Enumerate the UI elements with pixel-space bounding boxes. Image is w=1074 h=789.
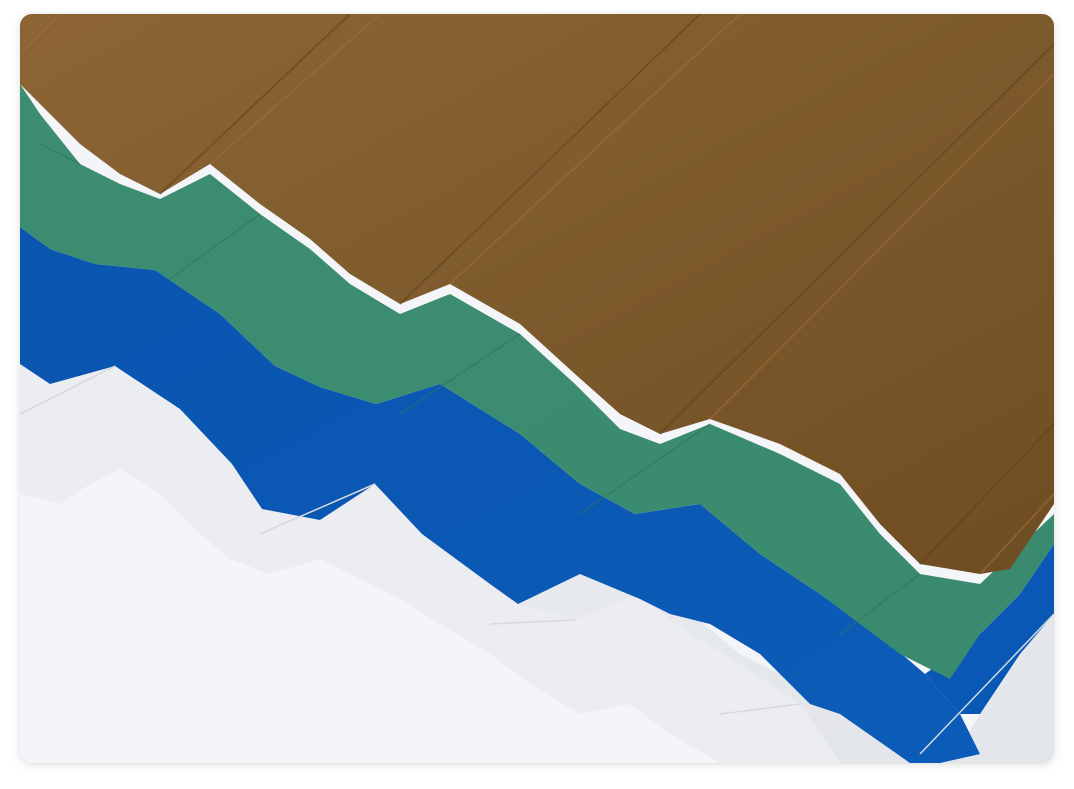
- image-card: [20, 14, 1054, 763]
- roofing-sheets-illustration: [20, 14, 1054, 763]
